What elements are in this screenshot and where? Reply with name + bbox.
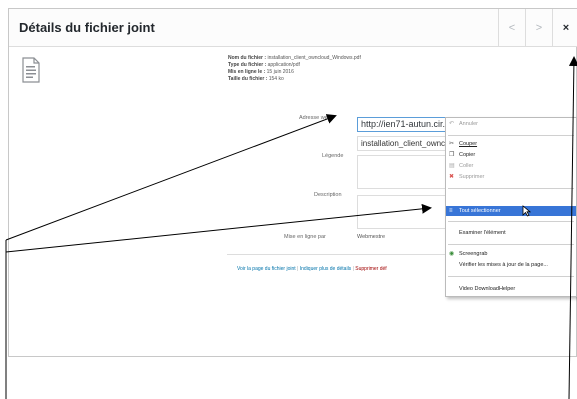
mouse-pointer-icon [522, 205, 531, 217]
file-size-label: Taille du fichier : [228, 76, 268, 82]
scissors-icon: ✂ [449, 141, 455, 147]
menu-item-copy[interactable]: ❐ Copier [446, 150, 576, 160]
menu-item-inspect-label: Examiner l'élément [459, 230, 506, 236]
caption-label: Légende [322, 153, 344, 159]
description-label: Description [314, 192, 342, 198]
menu-separator [448, 244, 574, 245]
menu-separator [448, 221, 574, 222]
context-menu: ↶ Annuler ✂ Couper ❐ Copier ▤ Coller ✖ S… [445, 117, 577, 297]
menu-item-undo[interactable]: ↶ Annuler [446, 119, 576, 129]
menu-item-video-downloader[interactable]: Video DownloadHelper [446, 284, 576, 294]
paste-icon: ▤ [449, 163, 455, 169]
menu-item-check-updates[interactable]: Vérifier les mises à jour de la page... [446, 260, 576, 270]
menu-item-check-updates-label: Vérifier les mises à jour de la page... [459, 262, 548, 268]
copy-icon: ❐ [449, 152, 455, 158]
previous-attachment-button[interactable]: < [498, 9, 525, 47]
menu-item-select-all[interactable]: ≡ Tout sélectionner [446, 206, 576, 216]
menu-item-paste-label: Coller [459, 163, 474, 169]
delete-permanently-link[interactable]: Supprimer déf [355, 266, 386, 272]
menu-separator [448, 135, 574, 136]
title-field[interactable]: installation_client_owncl [357, 136, 457, 151]
file-size-value: 154 ko [268, 76, 284, 82]
link-separator: | [297, 266, 299, 272]
menu-item-delete[interactable]: ✖ Supprimer [446, 172, 576, 182]
link-separator: | [352, 266, 354, 272]
file-type-label: Type du fichier : [228, 62, 267, 68]
screengrab-icon: ◉ [449, 251, 455, 257]
modal-header: Détails du fichier joint < > × [9, 9, 577, 47]
view-attachment-page-link[interactable]: Voir la page du fichier joint [237, 266, 296, 272]
menu-item-screengrab-label: Screengrab [459, 251, 488, 257]
caption-field[interactable] [357, 155, 457, 189]
file-type-value: application/pdf [267, 62, 300, 68]
file-name-row: Nom du fichier : installation_client_own… [228, 55, 361, 62]
uploaded-by-label: Mise en ligne par [284, 234, 326, 240]
file-type-row: Type du fichier : application/pdf [228, 62, 361, 69]
delete-icon: ✖ [449, 174, 455, 180]
uploaded-by-value: Webmestre [357, 234, 386, 240]
menu-item-inspect[interactable]: Examiner l'élément [446, 228, 576, 238]
modal-title: Détails du fichier joint [19, 20, 155, 35]
upload-date-row: Mis en ligne le : 15 juin 2016 [228, 69, 361, 76]
menu-item-delete-label: Supprimer [459, 174, 485, 180]
file-metadata: Nom du fichier : installation_client_own… [228, 55, 361, 83]
url-label: Adresse web [299, 115, 331, 121]
attachment-actions: Voir la page du fichier joint | Indiquer… [237, 266, 387, 272]
upload-date-value: 15 juin 2016 [266, 69, 294, 75]
menu-item-copy-label: Copier [459, 152, 476, 158]
undo-icon: ↶ [449, 121, 455, 127]
upload-date-label: Mis en ligne le : [228, 69, 266, 75]
file-name-label: Nom du fichier : [228, 55, 267, 61]
menu-item-cut-label: Couper [459, 141, 478, 147]
select-all-icon: ≡ [449, 208, 453, 214]
close-button[interactable]: × [552, 9, 577, 47]
file-name-value: installation_client_owncloud_Windows.pdf [267, 55, 361, 61]
edit-more-details-link[interactable]: Indiquer plus de détails [300, 266, 351, 272]
menu-item-screengrab[interactable]: ◉ Screengrab [446, 249, 576, 259]
menu-item-video-downloader-label: Video DownloadHelper [459, 286, 516, 292]
file-size-row: Taille du fichier : 154 ko [228, 76, 361, 83]
menu-separator [448, 188, 574, 189]
next-attachment-button[interactable]: > [525, 9, 552, 47]
menu-item-undo-label: Annuler [459, 121, 478, 127]
menu-item-select-all-label: Tout sélectionner [459, 208, 501, 214]
menu-item-paste[interactable]: ▤ Coller [446, 161, 576, 171]
menu-item-cut[interactable]: ✂ Couper [446, 139, 576, 149]
menu-separator [448, 276, 574, 277]
document-icon [22, 57, 40, 83]
description-field[interactable] [357, 195, 457, 229]
